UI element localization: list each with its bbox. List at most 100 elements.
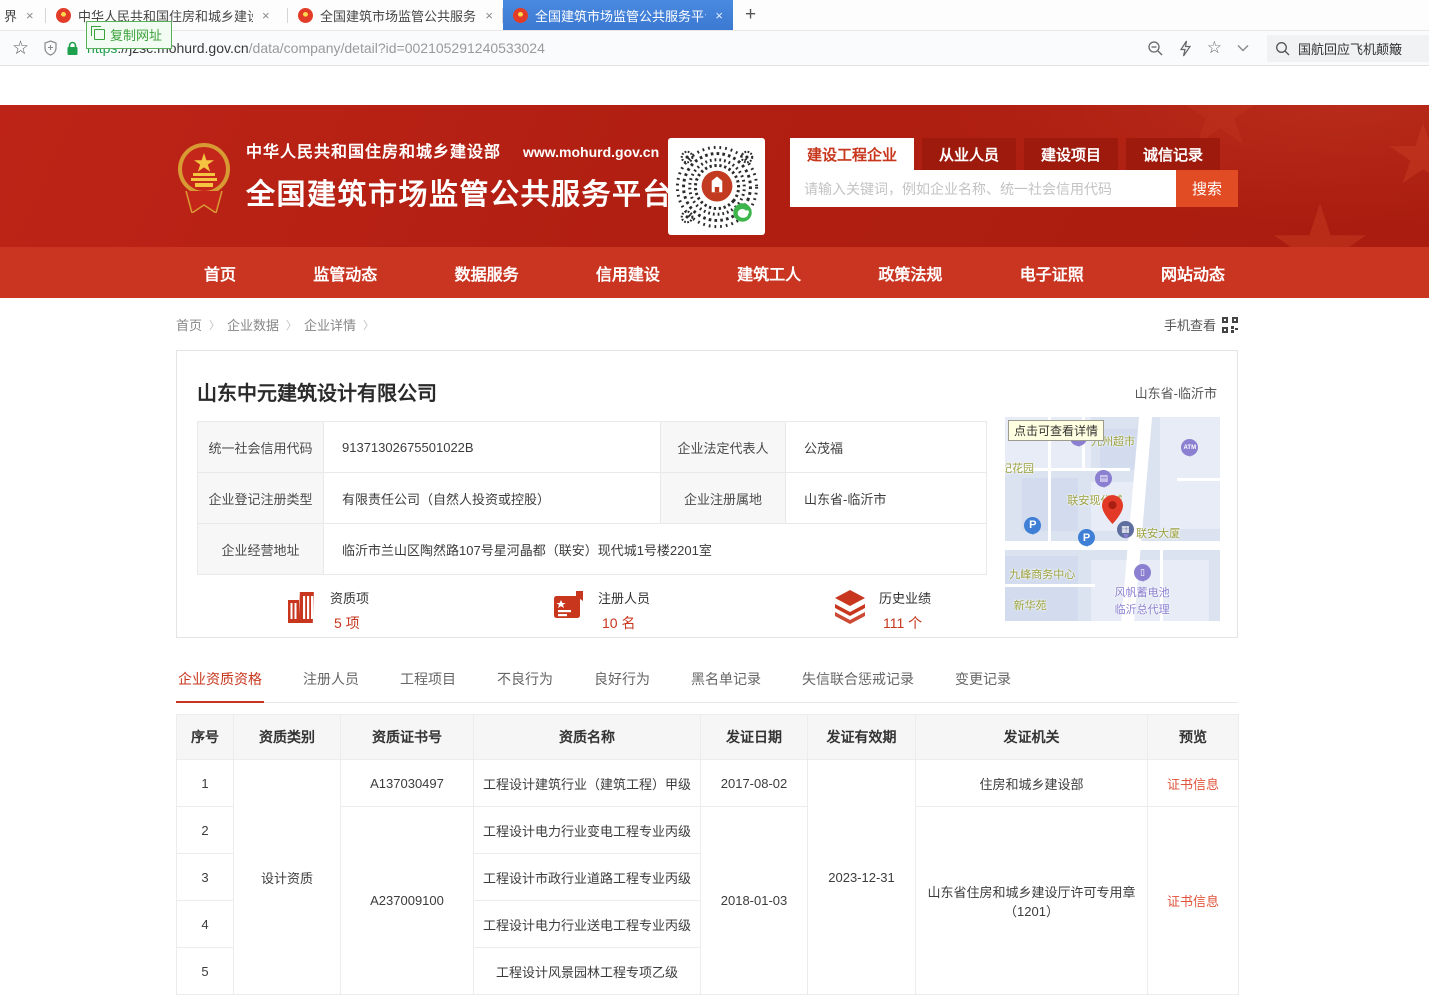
search-tab-project[interactable]: 建设项目 — [1024, 138, 1118, 170]
row-no: 2 — [177, 807, 234, 854]
table-row: 企业登记注册类型 有限责任公司（自然人投资或控股） 企业注册属地 山东省-临沂市 — [198, 473, 987, 524]
nav-item-data-service[interactable]: 数据服务 — [427, 261, 547, 285]
map-tooltip: 点击可查看详情 — [1008, 420, 1104, 441]
stat-registered-personnel[interactable]: 注册人员 10 名 — [551, 588, 650, 633]
col-发证有效期: 发证有效期 — [808, 715, 916, 760]
map-label-battery-1: 风帆蓄电池 — [1115, 584, 1170, 600]
copy-icon — [94, 29, 105, 40]
col-资质名称: 资质名称 — [474, 715, 701, 760]
map-label-jiufeng: 九峰商务中心 — [1009, 566, 1075, 582]
nav-item-credit[interactable]: 信用建设 — [568, 261, 688, 285]
address-bar[interactable]: https://jzsc.mohurd.gov.cn/data/company/… — [43, 40, 1137, 56]
parking-icon: P — [1024, 517, 1041, 534]
qualification-name: 工程设计风景园林工程专项乙级 — [474, 948, 701, 995]
tab-bad-behavior[interactable]: 不良行为 — [495, 659, 555, 702]
issue-date: 2018-01-03 — [701, 807, 808, 995]
stat-label: 历史业绩 — [879, 588, 931, 607]
row-no: 1 — [177, 760, 234, 807]
nav-item-e-license[interactable]: 电子证照 — [992, 261, 1112, 285]
nav-item-site-news[interactable]: 网站动态 — [1133, 261, 1253, 285]
breadcrumb-home[interactable]: 首页 — [176, 315, 202, 334]
map-label-garden: 纪花园 — [1005, 460, 1034, 476]
table-row: 1 设计资质 A137030497 工程设计建筑行业（建筑工程）甲级 2017-… — [177, 760, 1239, 807]
reg-type-label: 企业登记注册类型 — [198, 473, 324, 524]
tab-dishonesty-records[interactable]: 失信联合惩戒记录 — [800, 659, 916, 702]
tab-good-behavior[interactable]: 良好行为 — [592, 659, 652, 702]
gov-emblem-favicon — [513, 8, 528, 23]
search-icon — [1275, 41, 1290, 56]
tab-qualifications[interactable]: 企业资质资格 — [176, 659, 264, 703]
certificate-info-link[interactable]: 证书信息 — [1167, 777, 1219, 792]
main-navigation: 首页 监管动态 数据服务 信用建设 建筑工人 政策法规 电子证照 网站动态 — [0, 247, 1429, 298]
stat-value: 111 个 — [879, 613, 931, 633]
col-预览: 预览 — [1148, 715, 1239, 760]
nav-item-supervision[interactable]: 监管动态 — [285, 261, 405, 285]
browser-tab-active[interactable]: 全国建筑市场监管公共服务平台 × — [503, 0, 733, 30]
nav-item-workers[interactable]: 建筑工人 — [709, 261, 829, 285]
chevron-down-icon[interactable] — [1237, 44, 1249, 52]
browser-tabstrip: 界 × 中华人民共和国住房和城乡建设 × 全国建筑市场监管公共服务平台 × 全国… — [0, 0, 1429, 31]
tab-registered-personnel[interactable]: 注册人员 — [301, 659, 361, 702]
national-emblem-icon — [176, 139, 232, 213]
zoom-out-icon[interactable] — [1147, 40, 1164, 57]
favorite-star-icon[interactable]: ☆ — [1207, 38, 1222, 58]
new-tab-button[interactable]: + — [733, 0, 768, 30]
breadcrumb-company-detail[interactable]: 企业详情 — [304, 315, 356, 334]
header-search-module: 建设工程企业 从业人员 建设项目 诚信记录 搜索 — [790, 138, 1238, 207]
reg-area-value: 山东省-临沂市 — [786, 473, 987, 524]
search-button[interactable]: 搜索 — [1176, 170, 1238, 207]
legal-rep-label: 企业法定代表人 — [661, 422, 786, 473]
certificate-info-link[interactable]: 证书信息 — [1167, 894, 1219, 909]
stat-value: 10 名 — [598, 613, 650, 633]
nav-item-home[interactable]: 首页 — [176, 261, 264, 285]
location-map[interactable]: 点击可查看详情 ♨ 九州超市 ATM 纪花园 ▤ 联安现代城 P P ▦ 联安大… — [1005, 417, 1220, 621]
company-location-pin — [1102, 495, 1123, 524]
stat-qualifications[interactable]: 资质项 5 项 — [285, 588, 369, 633]
mobile-view-control[interactable]: 手机查看 — [1164, 315, 1238, 334]
building-icon — [285, 588, 319, 624]
nav-item-policy[interactable]: 政策法规 — [850, 261, 970, 285]
breadcrumb-company-data[interactable]: 企业数据 — [227, 315, 279, 334]
battery-poi-icon: ▯ — [1134, 564, 1151, 581]
cert-number: A137030497 — [341, 760, 474, 807]
tab-blacklist[interactable]: 黑名单记录 — [689, 659, 763, 702]
row-no: 4 — [177, 901, 234, 948]
detail-tabs: 企业资质资格 注册人员 工程项目 不良行为 良好行为 黑名单记录 失信联合惩戒记… — [176, 659, 1238, 703]
platform-title: 全国建筑市场监管公共服务平台 — [246, 171, 673, 213]
search-tab-enterprise[interactable]: 建设工程企业 — [790, 138, 914, 170]
issuing-authority: 山东省住房和城乡建设厅许可专用章 （1201） — [916, 807, 1148, 995]
tab-projects[interactable]: 工程项目 — [398, 659, 458, 702]
flash-save-icon[interactable] — [1179, 40, 1192, 57]
company-region: 山东省-临沂市 — [1135, 383, 1217, 402]
stat-historical-performance[interactable]: 历史业绩 111 个 — [832, 588, 931, 633]
tab-change-records[interactable]: 变更记录 — [953, 659, 1013, 702]
credit-code-value: 91371302675501022B — [324, 422, 661, 473]
tab-close-icon[interactable]: × — [262, 8, 270, 23]
tab-close-icon[interactable]: × — [26, 8, 34, 23]
ministry-site: www.mohurd.gov.cn — [523, 144, 659, 160]
map-label-xinhua: 新华苑 — [1014, 597, 1047, 613]
gov-emblem-favicon — [298, 8, 313, 23]
row-no: 5 — [177, 948, 234, 995]
tab-close-icon[interactable]: × — [485, 8, 493, 23]
table-header-row: 序号 资质类别 资质证书号 资质名称 发证日期 发证有效期 发证机关 预览 — [177, 715, 1239, 760]
search-tab-personnel[interactable]: 从业人员 — [922, 138, 1016, 170]
gov-emblem-favicon — [56, 8, 71, 23]
col-发证机关: 发证机关 — [916, 715, 1148, 760]
tab-close-icon[interactable]: × — [715, 8, 723, 23]
breadcrumb-row: 首页〉 企业数据〉 企业详情〉 手机查看 — [176, 298, 1238, 334]
keyword-search-input[interactable] — [790, 170, 1176, 207]
browser-tab-1[interactable]: 界 × — [0, 0, 46, 30]
page-top-gap — [0, 66, 1429, 105]
bookmark-star-icon[interactable]: ☆ — [12, 37, 29, 60]
certificate-icon — [551, 588, 587, 624]
ministry-name: 中华人民共和国住房和城乡建设部 — [246, 138, 501, 162]
company-info-table: 统一社会信用代码 91371302675501022B 企业法定代表人 公茂福 … — [197, 421, 987, 575]
tab-title: 全国建筑市场监管公共服务平台 — [535, 6, 706, 25]
search-tab-credit[interactable]: 诚信记录 — [1126, 138, 1220, 170]
wechat-qr-code — [668, 138, 765, 235]
urlbar-actions: ☆ — [1147, 38, 1249, 58]
browser-quick-search[interactable]: 国航回应飞机颠簸 — [1267, 35, 1429, 62]
browser-tab-3[interactable]: 全国建筑市场监管公共服务平台 × — [288, 0, 503, 30]
address-value: 临沂市兰山区陶然路107号星河晶都（联安）现代城1号楼2201室 — [324, 524, 987, 575]
